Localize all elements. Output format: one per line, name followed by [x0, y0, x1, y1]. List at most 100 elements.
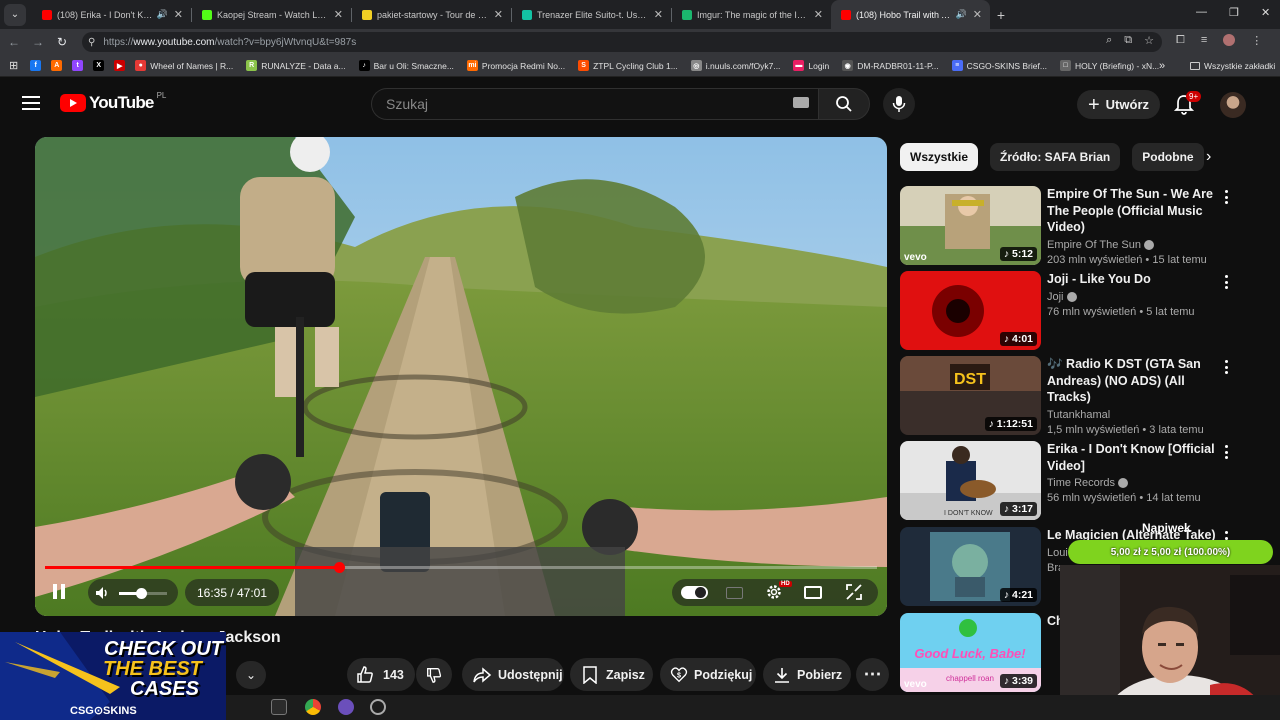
bookmark-item[interactable]: S ZTPL Cycling Club 1... [578, 60, 678, 71]
bookmark-item[interactable]: ▶ [114, 60, 129, 71]
guide-menu-icon[interactable] [22, 96, 40, 110]
minimize-icon[interactable]: — [1196, 6, 1207, 18]
browser-tab[interactable]: pakiet-startowy - Tour de Polog ✕ [352, 0, 511, 29]
more-vertical-icon[interactable] [1225, 360, 1229, 374]
tab-audio-icon[interactable]: 🔊 [956, 9, 967, 20]
channel-name[interactable]: Empire Of The Sun [1047, 239, 1225, 251]
browser-tab[interactable]: Trenazer Elite Suito-t. Uszkodz ✕ [512, 0, 671, 29]
bookmark-item[interactable]: ♪ Bar u Oli: Smaczne... [358, 60, 454, 71]
volume-knob[interactable] [135, 588, 147, 599]
close-window-icon[interactable]: ✕ [1261, 6, 1270, 19]
channel-name[interactable]: Tutankhamal [1047, 409, 1225, 421]
thanks-button[interactable]: $ Podziękuj [660, 658, 756, 691]
all-bookmarks-button[interactable]: Wszystkie zakładki [1190, 61, 1275, 71]
new-tab-button[interactable]: + [990, 7, 1012, 23]
download-button[interactable]: Pobierz [763, 658, 851, 691]
browser-tab[interactable]: (108) Hobo Trail with Andre 🔊 ✕ [831, 0, 990, 29]
chrome-icon[interactable] [305, 699, 321, 715]
save-button[interactable]: Zapisz [570, 658, 653, 691]
search-button[interactable] [818, 88, 870, 120]
bookmarks-overflow-icon[interactable]: » [1159, 60, 1165, 72]
back-icon[interactable]: ← [2, 35, 26, 49]
bookmark-item[interactable]: t [72, 60, 87, 71]
more-actions-button[interactable]: ⋯ [856, 658, 889, 691]
zoom-icon[interactable]: ⌕ [1106, 34, 1112, 47]
bookmark-item[interactable]: □ HOLY (Briefing) - xN... [1059, 60, 1159, 71]
extensions-icon[interactable]: ⧠ [1176, 34, 1185, 47]
bookmark-item[interactable]: X [93, 60, 108, 71]
app-icon[interactable] [338, 699, 354, 715]
recommended-video[interactable]: DST ♪ 1:12:51 🎶 Radio K DST (GTA San Andre… [900, 356, 1242, 436]
cast-icon[interactable]: ⧉ [1124, 34, 1132, 47]
more-vertical-icon[interactable] [1225, 275, 1229, 289]
like-button[interactable]: 143 [347, 658, 415, 691]
video-thumbnail[interactable]: ♪ 4:01 [900, 271, 1041, 350]
terminal-icon[interactable] [271, 699, 287, 715]
video-thumbnail[interactable]: vevo ♪ 5:12 [900, 186, 1041, 265]
video-thumbnail[interactable]: DST ♪ 1:12:51 [900, 356, 1041, 435]
video-player[interactable]: 16:35 / 47:01 HD [35, 137, 887, 616]
create-button[interactable]: + Utwórz [1077, 90, 1160, 119]
recommended-title[interactable]: Joji - Like You Do [1047, 271, 1225, 288]
obs-icon[interactable] [370, 699, 386, 715]
voice-search-button[interactable] [883, 88, 915, 120]
csgo-skins-ad[interactable]: CHECK OUT THE BEST CASES CSG⊙SKINS [0, 632, 226, 720]
restore-icon[interactable]: ❐ [1229, 6, 1239, 19]
recommended-video[interactable]: ♪ 4:01 Joji - Like You Do Joji 76 mln wyświ… [900, 271, 1242, 351]
autoplay-toggle[interactable] [681, 586, 708, 599]
browser-tab[interactable]: (108) Erika - I Don't Know [🔊 ✕ [32, 0, 191, 29]
tab-search-button[interactable]: ⌄ [4, 3, 26, 26]
dislike-button[interactable] [416, 658, 452, 691]
pause-button[interactable] [52, 584, 68, 600]
tab-close-icon[interactable]: ✕ [334, 8, 343, 21]
browser-menu-icon[interactable]: ⋮ [1251, 34, 1262, 47]
fullscreen-icon[interactable] [845, 583, 863, 601]
filter-chip[interactable]: Źródło: SAFA Brian [990, 143, 1121, 171]
forward-icon[interactable]: → [26, 35, 50, 49]
volume-slider[interactable] [119, 588, 167, 599]
account-avatar[interactable] [1220, 92, 1246, 118]
recommended-title[interactable]: 🎶 Radio K DST (GTA San Andreas) (NO ADS)… [1047, 356, 1225, 406]
apps-icon[interactable]: ⊞ [9, 59, 18, 72]
reload-icon[interactable]: ↻ [50, 35, 74, 49]
bookmark-item[interactable]: f [30, 60, 45, 71]
subscribe-dropdown-button[interactable]: ⌄ [236, 661, 266, 689]
bookmark-star-icon[interactable]: ☆ [1144, 34, 1154, 47]
bookmark-item[interactable]: R RUNALYZE - Data a... [246, 60, 346, 71]
volume-icon[interactable] [95, 585, 111, 601]
tab-close-icon[interactable]: ✕ [494, 8, 503, 21]
filter-chip[interactable]: Podobne [1132, 143, 1204, 171]
bookmark-item[interactable]: ◉ DM-RADBR01-11-P... [842, 60, 939, 71]
bookmark-item[interactable]: ▬ Login [793, 60, 829, 71]
channel-name[interactable]: Joji [1047, 291, 1225, 303]
bookmark-item[interactable]: ◎ i.nuuls.com/fOyk7... [690, 60, 780, 71]
video-thumbnail[interactable]: I DON'T KNOW ♪ 3:17 [900, 441, 1041, 520]
bookmark-item[interactable]: A [51, 60, 66, 71]
video-thumbnail[interactable]: ♪ 4:21 [900, 527, 1041, 606]
url-field[interactable]: ⚲ https://www.youtube.com/watch?v=bpy6jW… [82, 32, 1162, 52]
share-button[interactable]: Udostępnij [462, 658, 564, 691]
site-info-icon[interactable]: ⚲ [88, 37, 95, 48]
media-controls-icon[interactable]: ≡ [1201, 34, 1207, 47]
keyboard-icon[interactable] [793, 97, 809, 108]
youtube-logo[interactable]: YouTube PL [60, 91, 166, 113]
filter-chip[interactable]: Wszystkie [900, 143, 979, 171]
theater-mode-icon[interactable] [804, 586, 822, 599]
progress-scrubber[interactable] [333, 562, 345, 573]
profile-icon[interactable] [1223, 34, 1236, 46]
more-vertical-icon[interactable] [1225, 445, 1229, 459]
tab-close-icon[interactable]: ✕ [814, 8, 823, 21]
bookmark-item[interactable]: ≡ CSGO-SKINS Brief... [951, 60, 1047, 71]
browser-tab[interactable]: Kaopej Stream - Watch Live on ✕ [192, 0, 351, 29]
recommended-video[interactable]: vevo ♪ 5:12 Empire Of The Sun - We Are The… [900, 186, 1242, 266]
bookmark-item[interactable]: mi Promocja Redmi No... [466, 60, 565, 71]
chevron-right-icon[interactable]: › [1206, 148, 1211, 166]
bookmark-item[interactable]: ● Wheel of Names | R... [135, 60, 233, 71]
tab-audio-icon[interactable]: 🔊 [157, 9, 168, 20]
search-input[interactable]: Szukaj [371, 88, 819, 120]
progress-bar[interactable] [45, 562, 877, 573]
tab-close-icon[interactable]: ✕ [174, 8, 183, 21]
more-vertical-icon[interactable] [1225, 190, 1229, 204]
tab-close-icon[interactable]: ✕ [654, 8, 663, 21]
recommended-video[interactable]: I DON'T KNOW ♪ 3:17 Erika - I Don't Know [… [900, 441, 1242, 521]
